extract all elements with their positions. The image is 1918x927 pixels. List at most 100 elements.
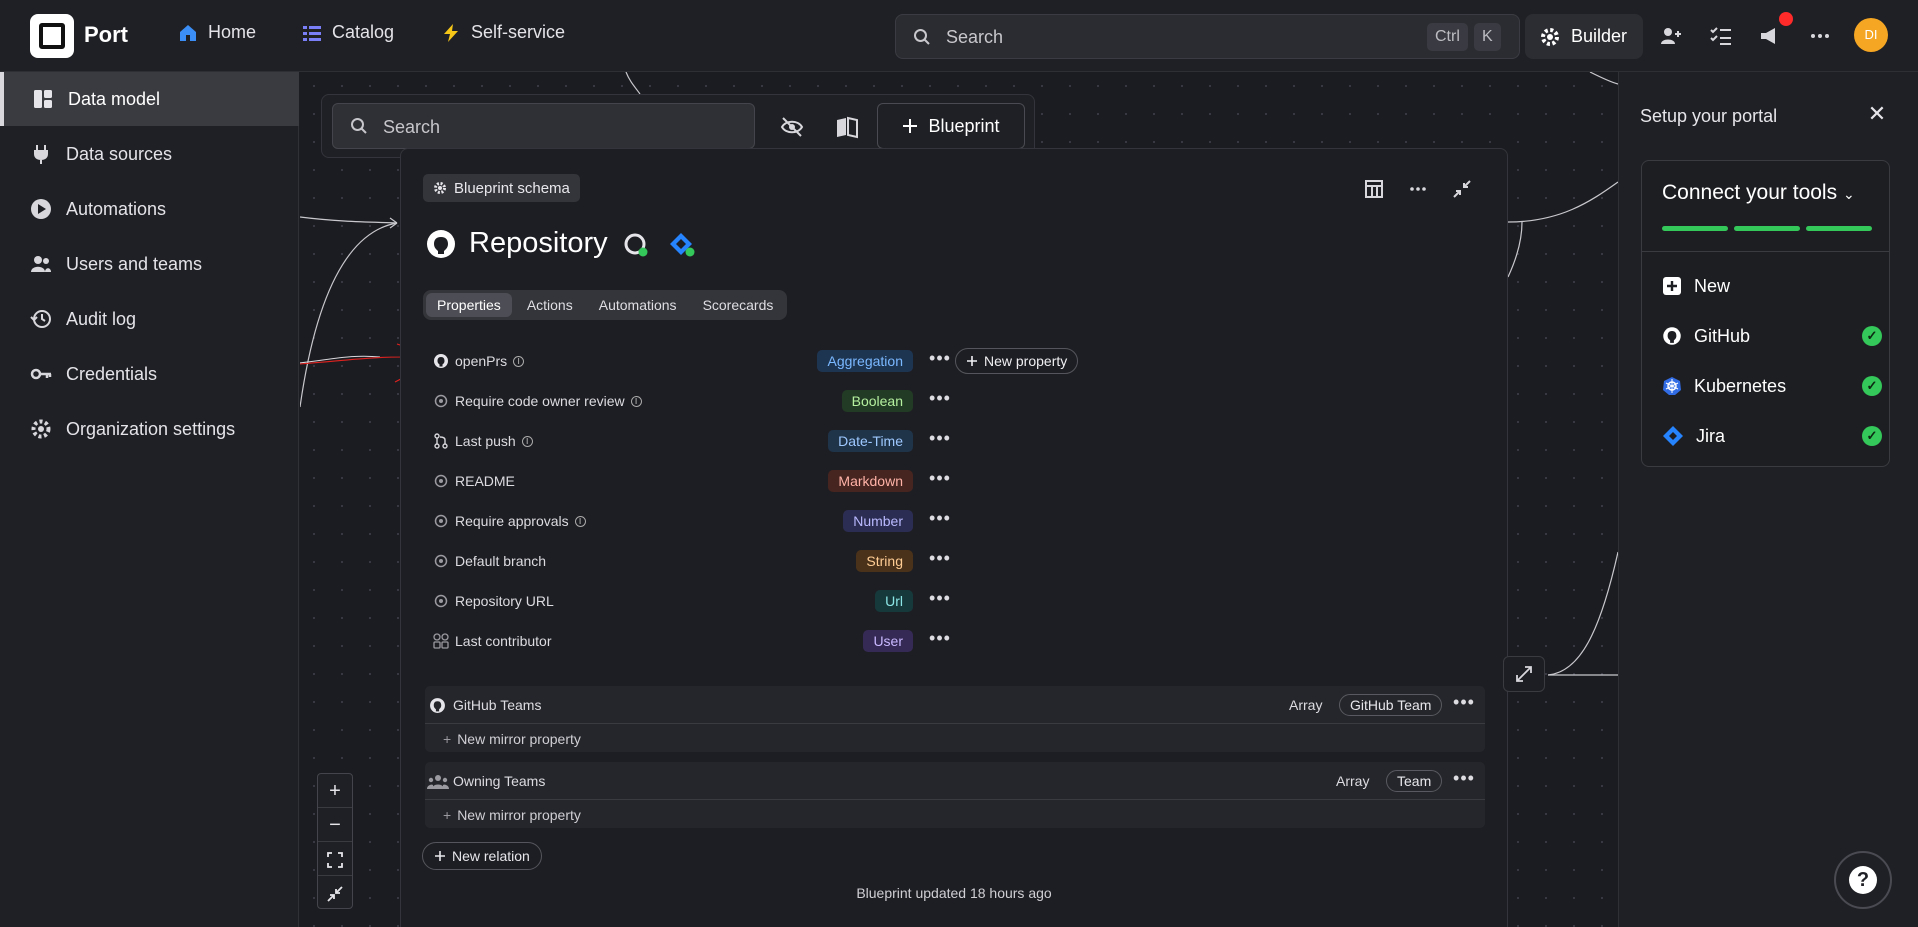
info-icon[interactable]: i xyxy=(574,515,586,527)
add-blueprint-button[interactable]: Blueprint xyxy=(877,103,1025,149)
new-relation-label: New relation xyxy=(452,848,530,864)
new-relation-button[interactable]: New relation xyxy=(422,842,542,870)
github-icon xyxy=(430,698,445,713)
relation-more-button[interactable]: ••• xyxy=(1451,693,1477,717)
sidebar-item-credentials[interactable]: Credentials xyxy=(0,347,299,401)
type-badge-user: User xyxy=(863,630,913,652)
property-more-button[interactable]: ••• xyxy=(927,349,953,373)
fit-view-button[interactable] xyxy=(318,842,352,876)
notification-badge xyxy=(1779,12,1793,26)
property-more-button[interactable]: ••• xyxy=(927,589,953,613)
property-dot-icon xyxy=(434,554,448,568)
new-property-button[interactable]: New property xyxy=(955,348,1079,374)
sidebar-item-organization-settings[interactable]: Organization settings xyxy=(0,402,299,456)
jira-icon[interactable] xyxy=(668,231,696,259)
sidebar-item-data-sources[interactable]: Data sources xyxy=(0,127,299,181)
collapse-icon[interactable] xyxy=(1452,179,1472,199)
zoom-in-button[interactable]: + xyxy=(318,774,352,808)
new-mirror-property-link[interactable]: + New mirror property xyxy=(443,807,581,823)
blueprint-schema-chip[interactable]: Blueprint schema xyxy=(423,174,580,202)
tool-item-kubernetes[interactable]: Kubernetes ✓ xyxy=(1662,371,1882,401)
relation-more-button[interactable]: ••• xyxy=(1451,769,1477,793)
integration-status-icon[interactable] xyxy=(624,233,650,259)
blueprint-title: Repository xyxy=(469,227,608,259)
property-row[interactable]: openPrs i Aggregation ••• xyxy=(433,347,953,375)
info-icon[interactable]: i xyxy=(521,435,533,447)
property-row[interactable]: Require approvals i Number ••• xyxy=(433,507,953,535)
expand-node-button[interactable] xyxy=(1503,656,1545,692)
property-name: openPrs i xyxy=(455,353,525,369)
users-icon xyxy=(31,256,51,272)
sidebar-item-data-model[interactable]: Data model xyxy=(0,72,299,126)
tool-item-new[interactable]: New xyxy=(1662,271,1872,301)
close-icon[interactable]: ✕ xyxy=(1865,102,1889,126)
invite-user-icon[interactable] xyxy=(1659,24,1683,48)
app-name[interactable]: Port xyxy=(84,22,128,48)
data-model-canvas[interactable]: Search Blueprint Blueprint schema Reposi… xyxy=(300,72,1618,927)
help-button[interactable]: ? xyxy=(1834,851,1892,909)
user-avatar[interactable]: DI xyxy=(1854,18,1888,52)
more-icon[interactable] xyxy=(1408,179,1428,199)
nav-home[interactable]: Home xyxy=(178,22,256,43)
setup-panel: Setup your portal ✕ Connect your tools ⌄… xyxy=(1618,72,1918,927)
tasks-icon[interactable] xyxy=(1709,24,1733,48)
property-row[interactable]: Default branch String ••• xyxy=(433,547,953,575)
docs-icon[interactable] xyxy=(835,115,859,139)
sidebar: Data model Data sources Automations User… xyxy=(0,72,299,927)
relation-header[interactable]: GitHub Teams Array GitHub Team ••• xyxy=(425,686,1485,724)
info-icon[interactable]: i xyxy=(630,395,642,407)
search-placeholder: Search xyxy=(946,27,1004,47)
property-more-button[interactable]: ••• xyxy=(927,389,953,413)
tab-scorecards[interactable]: Scorecards xyxy=(692,293,785,317)
search-icon xyxy=(351,118,367,134)
global-search-input[interactable]: Search Ctrl K xyxy=(895,14,1520,59)
user-icon xyxy=(433,633,449,649)
builder-button[interactable]: Builder xyxy=(1525,14,1643,59)
check-icon: ✓ xyxy=(1862,426,1882,446)
sidebar-item-label: Data model xyxy=(68,88,161,109)
fullscreen-icon xyxy=(327,851,343,868)
sidebar-item-audit-log[interactable]: Audit log xyxy=(0,292,299,346)
zoom-out-button[interactable]: − xyxy=(318,808,352,842)
relation-name: GitHub Teams xyxy=(453,697,542,713)
plus-square-icon xyxy=(1663,277,1681,295)
nav-self-service[interactable]: Self-service xyxy=(441,22,565,43)
kbd-k: K xyxy=(1474,23,1501,51)
property-more-button[interactable]: ••• xyxy=(927,509,953,533)
nav-catalog[interactable]: Catalog xyxy=(302,22,394,43)
sidebar-item-users-and-teams[interactable]: Users and teams xyxy=(0,237,299,291)
new-mirror-property-link[interactable]: + New mirror property xyxy=(443,731,581,747)
property-name: Require code owner review i xyxy=(455,393,642,409)
property-row[interactable]: Repository URL Url ••• xyxy=(433,587,953,615)
blueprint-search-input[interactable]: Search xyxy=(332,103,755,149)
property-row[interactable]: Last contributor User ••• xyxy=(433,627,953,655)
kubernetes-icon xyxy=(1663,377,1681,395)
port-logo-icon[interactable] xyxy=(30,14,74,58)
more-icon[interactable] xyxy=(1808,24,1832,48)
property-row[interactable]: README Markdown ••• xyxy=(433,467,953,495)
tab-automations[interactable]: Automations xyxy=(588,293,688,317)
relation-target-chip[interactable]: Team xyxy=(1386,770,1443,792)
type-badge-number: Number xyxy=(843,510,913,532)
hide-icon[interactable] xyxy=(780,115,804,139)
sidebar-item-automations[interactable]: Automations xyxy=(0,182,299,236)
info-icon[interactable]: i xyxy=(513,355,525,367)
property-row[interactable]: Require code owner review i Boolean ••• xyxy=(433,387,953,415)
connect-tools-title[interactable]: Connect your tools ⌄ xyxy=(1662,181,1855,205)
collapse-all-button[interactable] xyxy=(318,876,352,910)
type-badge-aggregation: Aggregation xyxy=(817,350,913,372)
table-view-icon[interactable] xyxy=(1364,179,1384,199)
tool-item-github[interactable]: GitHub ✓ xyxy=(1662,321,1882,351)
tab-properties[interactable]: Properties xyxy=(426,293,512,317)
relation-target-chip[interactable]: GitHub Team xyxy=(1339,694,1443,716)
property-row[interactable]: Last push i Date-Time ••• xyxy=(433,427,953,455)
property-more-button[interactable]: ••• xyxy=(927,549,953,573)
tab-actions[interactable]: Actions xyxy=(516,293,584,317)
announcements-icon[interactable] xyxy=(1758,24,1782,48)
tool-item-jira[interactable]: Jira ✓ xyxy=(1662,421,1882,451)
property-more-button[interactable]: ••• xyxy=(927,629,953,653)
sidebar-item-label: Audit log xyxy=(66,308,137,329)
property-more-button[interactable]: ••• xyxy=(927,429,953,453)
property-more-button[interactable]: ••• xyxy=(927,469,953,493)
relation-header[interactable]: Owning Teams Array Team ••• xyxy=(425,762,1485,800)
